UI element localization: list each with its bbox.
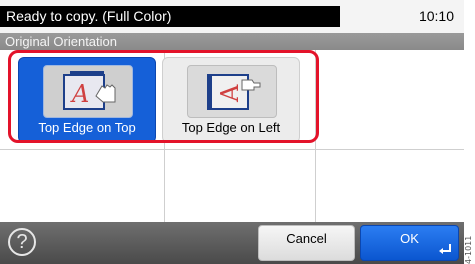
top-edge-on-top-label: Top Edge on Top (38, 120, 136, 135)
top-edge-on-left-button[interactable]: A Top Edge on Left (162, 57, 300, 143)
side-code: 4-1011 (464, 235, 473, 264)
copy-screen: Ready to copy. (Full Color) 10:10 Origin… (0, 0, 464, 264)
svg-text:A: A (216, 84, 244, 103)
status-time: 10:10 (418, 8, 454, 24)
ok-button[interactable]: OK (360, 225, 459, 261)
status-message: Ready to copy. (Full Color) (0, 6, 340, 27)
enter-icon (439, 244, 451, 254)
grid-divider (0, 149, 464, 150)
bottom-bar: ? Cancel OK (0, 222, 464, 264)
top-edge-on-top-icon: A (43, 65, 133, 118)
cancel-label: Cancel (286, 231, 327, 246)
top-edge-on-left-icon: A (187, 65, 277, 118)
svg-text:A: A (70, 80, 89, 108)
help-icon[interactable]: ? (8, 228, 36, 256)
top-edge-on-top-button[interactable]: A Top Edge on Top (18, 57, 156, 143)
page-title: Original Orientation (0, 33, 464, 50)
top-edge-on-left-label: Top Edge on Left (181, 120, 281, 135)
status-bar: Ready to copy. (Full Color) 10:10 (0, 0, 464, 34)
grid-divider (315, 50, 316, 222)
cancel-button[interactable]: Cancel (258, 225, 355, 261)
options-panel: A Top Edge on Top A Top Edge on Left (0, 50, 464, 222)
ok-label: OK (400, 231, 419, 246)
